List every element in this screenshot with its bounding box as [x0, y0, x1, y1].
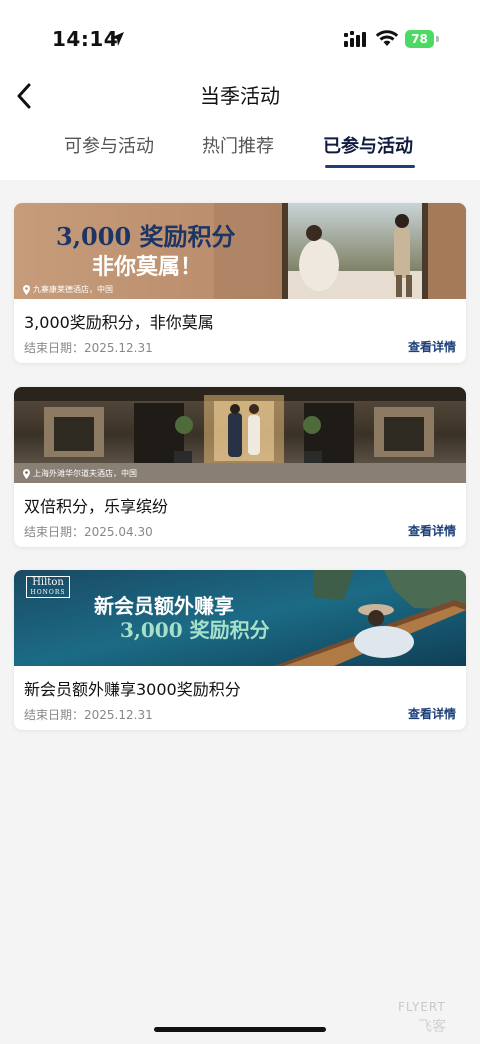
battery-icon: 78 [405, 30, 439, 48]
activity-card[interactable]: 3,000 奖励积分 非你莫属！ 九寨康莱德酒店，中国 3,000奖励积分，非你… [14, 203, 466, 363]
nav-bar: 当季活动 [0, 72, 480, 118]
map-pin-icon [23, 284, 30, 295]
wifi-icon [375, 30, 399, 46]
location-arrow-icon [110, 32, 124, 46]
watermark-logo: FLYERT [398, 1000, 446, 1014]
activity-end-date: 结束日期：2025.04.30 [24, 525, 153, 539]
watermark-text: 飞客 [418, 1019, 446, 1035]
banner-location: 上海外滩华尔道夫酒店，中国 [22, 468, 137, 479]
activity-title: 3,000奖励积分，非你莫属 [24, 313, 214, 332]
view-details-link[interactable]: 查看详情 [408, 522, 456, 539]
activity-title: 新会员额外赚享3000奖励积分 [24, 680, 241, 699]
tab-available-activities[interactable]: 可参与活动 [64, 132, 154, 158]
hilton-honors-logo: Hilton HONORS [26, 576, 70, 598]
activity-banner-image: 3,000 奖励积分 非你莫属！ 九寨康莱德酒店，中国 [14, 203, 466, 299]
banner-headline: 3,000 奖励积分 [56, 222, 236, 251]
activity-title: 双倍积分，乐享缤纷 [24, 497, 169, 516]
banner-location-text: 九寨康莱德酒店，中国 [33, 285, 113, 294]
header-area: 14:14 78 当季活动 可参与活动 热门推荐 已参与活动 [0, 0, 480, 180]
banner-subheadline: 非你莫属！ [92, 254, 203, 280]
battery-level: 78 [411, 32, 428, 46]
banner-location-text: 上海外滩华尔道夫酒店，中国 [33, 469, 137, 478]
activity-banner-image: Hilton HONORS 新会员额外赚享 3,000 奖励积分 [14, 570, 466, 666]
banner-subheadline: 3,000 奖励积分 [120, 618, 270, 642]
tab-joined-activities[interactable]: 已参与活动 [323, 132, 413, 158]
banner-location: 九寨康莱德酒店，中国 [22, 284, 113, 295]
home-indicator[interactable] [154, 1027, 326, 1032]
tab-hot-recommendations[interactable]: 热门推荐 [202, 132, 274, 158]
view-details-link[interactable]: 查看详情 [408, 338, 456, 355]
activity-banner-image: 上海外滩华尔道夫酒店，中国 [14, 387, 466, 483]
activity-end-date: 结束日期：2025.12.31 [24, 708, 153, 722]
activity-end-date: 结束日期：2025.12.31 [24, 341, 153, 355]
view-details-link[interactable]: 查看详情 [408, 705, 456, 722]
active-tab-indicator [325, 165, 415, 168]
status-bar: 14:14 78 [0, 0, 480, 78]
activity-card[interactable]: Hilton HONORS 新会员额外赚享 3,000 奖励积分 新会员额外赚享… [14, 570, 466, 730]
activity-card[interactable]: 上海外滩华尔道夫酒店，中国 双倍积分，乐享缤纷 结束日期：2025.04.30 … [14, 387, 466, 547]
map-pin-icon [23, 468, 30, 479]
page-title: 当季活动 [200, 84, 280, 108]
cellular-signal-icon [344, 31, 366, 47]
tab-bar: 可参与活动 热门推荐 已参与活动 [0, 132, 480, 176]
